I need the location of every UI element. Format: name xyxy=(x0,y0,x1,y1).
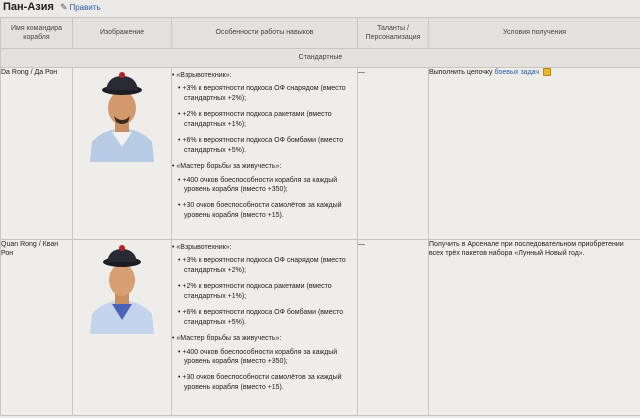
skill-effect: +3% к вероятности подкоса ОФ снарядом (в… xyxy=(182,256,357,275)
skill-effect: +6% к вероятности подкоса ОФ бомбами (вм… xyxy=(182,308,357,327)
condition-cell: Выполнить цепочку боевых задач xyxy=(428,67,640,240)
combat-missions-link[interactable]: боевых задач xyxy=(494,69,539,76)
commander-name: Da Rong / Да Рон xyxy=(0,67,73,240)
section-title: Пан-Азия xyxy=(3,1,54,13)
header-talents: Таланты / Персонализация xyxy=(357,17,429,49)
edit-label: Править xyxy=(69,2,101,12)
skill-effect: +400 очков боеспособности корабля за каж… xyxy=(182,176,357,195)
task-icon xyxy=(543,68,552,77)
header-skills: Особенности работы навыков xyxy=(171,17,358,49)
skill-title: «Взрывотехник»: xyxy=(172,71,357,80)
skills-cell: «Взрывотехник»: +3% к вероятности подкос… xyxy=(171,67,358,240)
skill-effect: +2% к вероятности подкоса ракетами (вмес… xyxy=(182,110,357,129)
commander-name: Quan Rong / Кван Рон xyxy=(0,239,73,416)
header-commander-name: Имя командира корабля xyxy=(0,17,73,49)
skill-effect: +6% к вероятности подкоса ОФ бомбами (вм… xyxy=(182,136,357,155)
skill-title: «Мастер борьбы за живучесть»: xyxy=(172,334,357,343)
skill-effect: +3% к вероятности подкоса ОФ снарядом (в… xyxy=(182,84,357,103)
table-header-row: Имя командира корабля Изображение Особен… xyxy=(0,17,640,49)
skill-effect: +400 очков боеспособности корабля за каж… xyxy=(182,348,357,367)
portrait-cell xyxy=(72,239,172,416)
group-row: Стандартные xyxy=(0,48,640,68)
edit-link[interactable]: ✎ Править xyxy=(60,2,101,13)
condition-text: Выполнить цепочку xyxy=(429,69,495,76)
table-row: Da Rong / Да Рон «Взрывотехник»: +3% к в… xyxy=(0,67,640,240)
portrait-cell xyxy=(72,67,172,240)
pencil-icon: ✎ xyxy=(59,1,68,12)
condition-text: Получить в Арсенале при последовательном… xyxy=(428,239,640,416)
table-row: Quan Rong / Кван Рон «Взрывотехник»: +3%… xyxy=(0,239,640,416)
commander-portrait xyxy=(82,72,162,162)
section-heading: Пан-Азия ✎ Править xyxy=(3,0,101,14)
talents-cell: — xyxy=(357,239,429,416)
header-image: Изображение xyxy=(72,17,172,49)
commander-portrait xyxy=(82,244,162,334)
group-label: Стандартные xyxy=(0,48,640,68)
header-conditions: Условия получения xyxy=(428,17,640,49)
skill-effect: +30 очков боеспособности самолётов за ка… xyxy=(182,373,357,392)
skill-effect: +2% к вероятности подкоса ракетами (вмес… xyxy=(182,282,357,301)
skill-effect: +30 очков боеспособности самолётов за ка… xyxy=(182,201,357,220)
skill-title: «Взрывотехник»: xyxy=(172,243,357,252)
skills-cell: «Взрывотехник»: +3% к вероятности подкос… xyxy=(171,239,358,416)
talents-cell: — xyxy=(357,67,429,240)
commanders-table: Имя командира корабля Изображение Особен… xyxy=(0,17,640,416)
skill-title: «Мастер борьбы за живучесть»: xyxy=(172,162,357,171)
